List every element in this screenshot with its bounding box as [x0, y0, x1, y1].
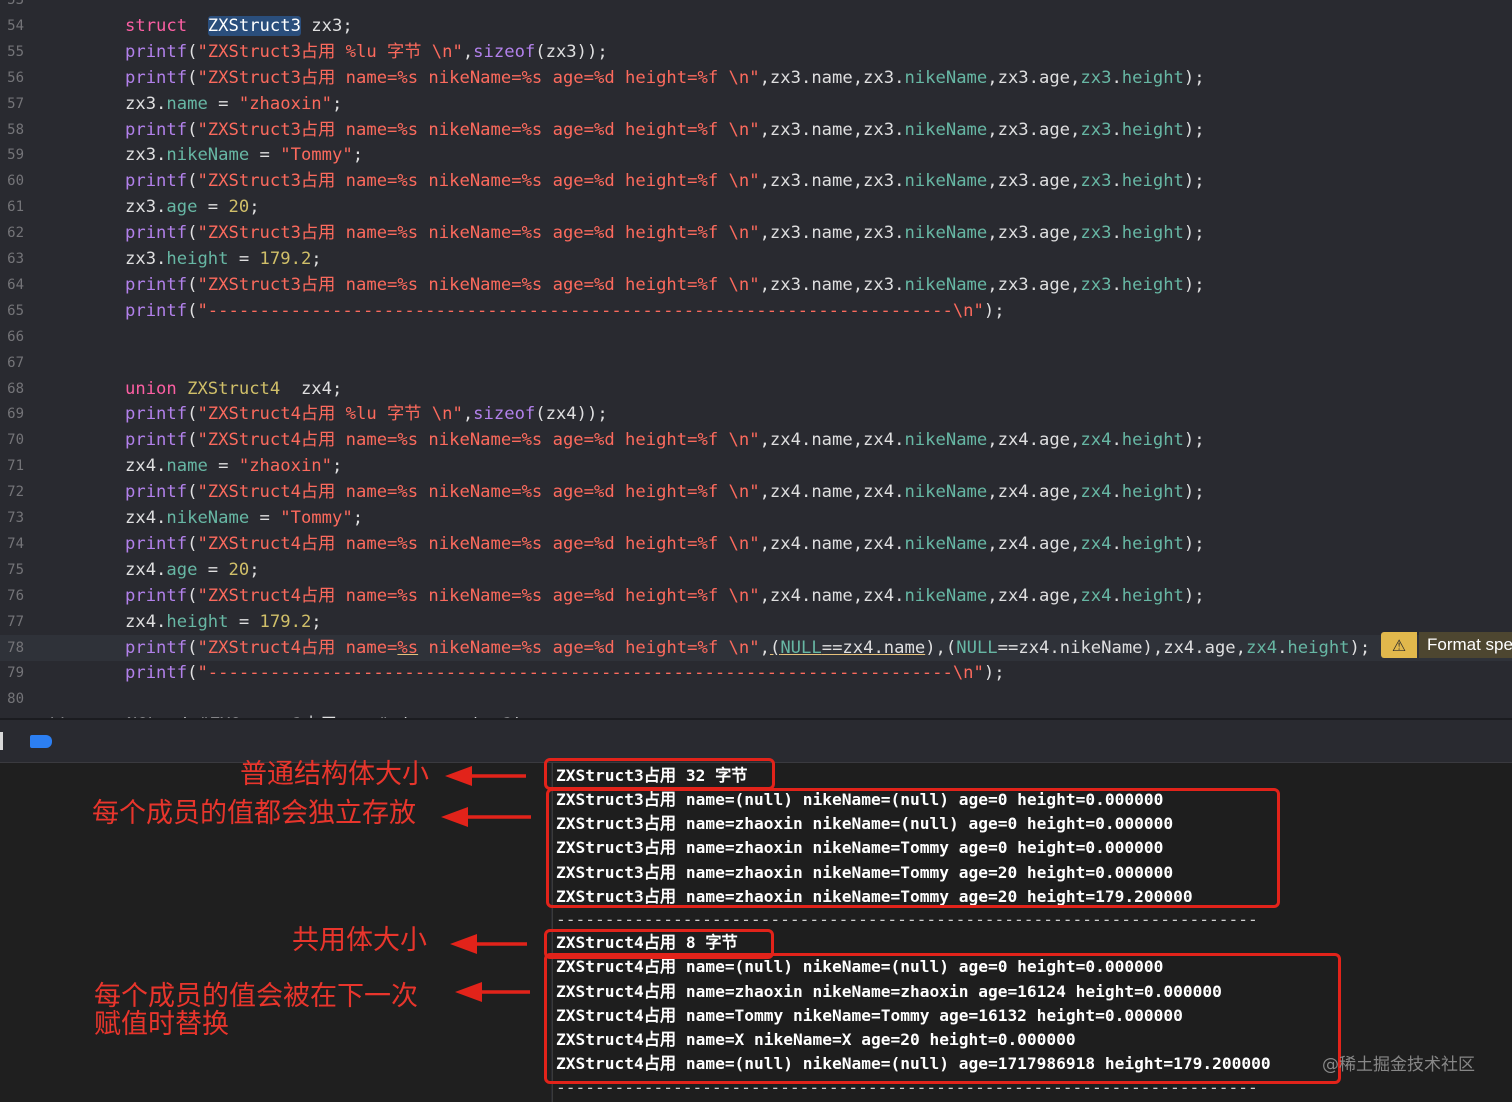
watermark: @稀土掘金技术社区: [1322, 1055, 1475, 1075]
annotation-struct-members: 每个成员的值都会独立存放: [92, 798, 416, 829]
annotation-union-members-line2: 赋值时替换: [94, 1009, 229, 1040]
annotation-union-members-line1: 每个成员的值会被在下一次: [94, 981, 418, 1012]
annotation-struct-size: 普通结构体大小: [240, 759, 429, 790]
annotation-arrows: [441, 766, 531, 1002]
annotation-union-size: 共用体大小: [292, 925, 427, 956]
